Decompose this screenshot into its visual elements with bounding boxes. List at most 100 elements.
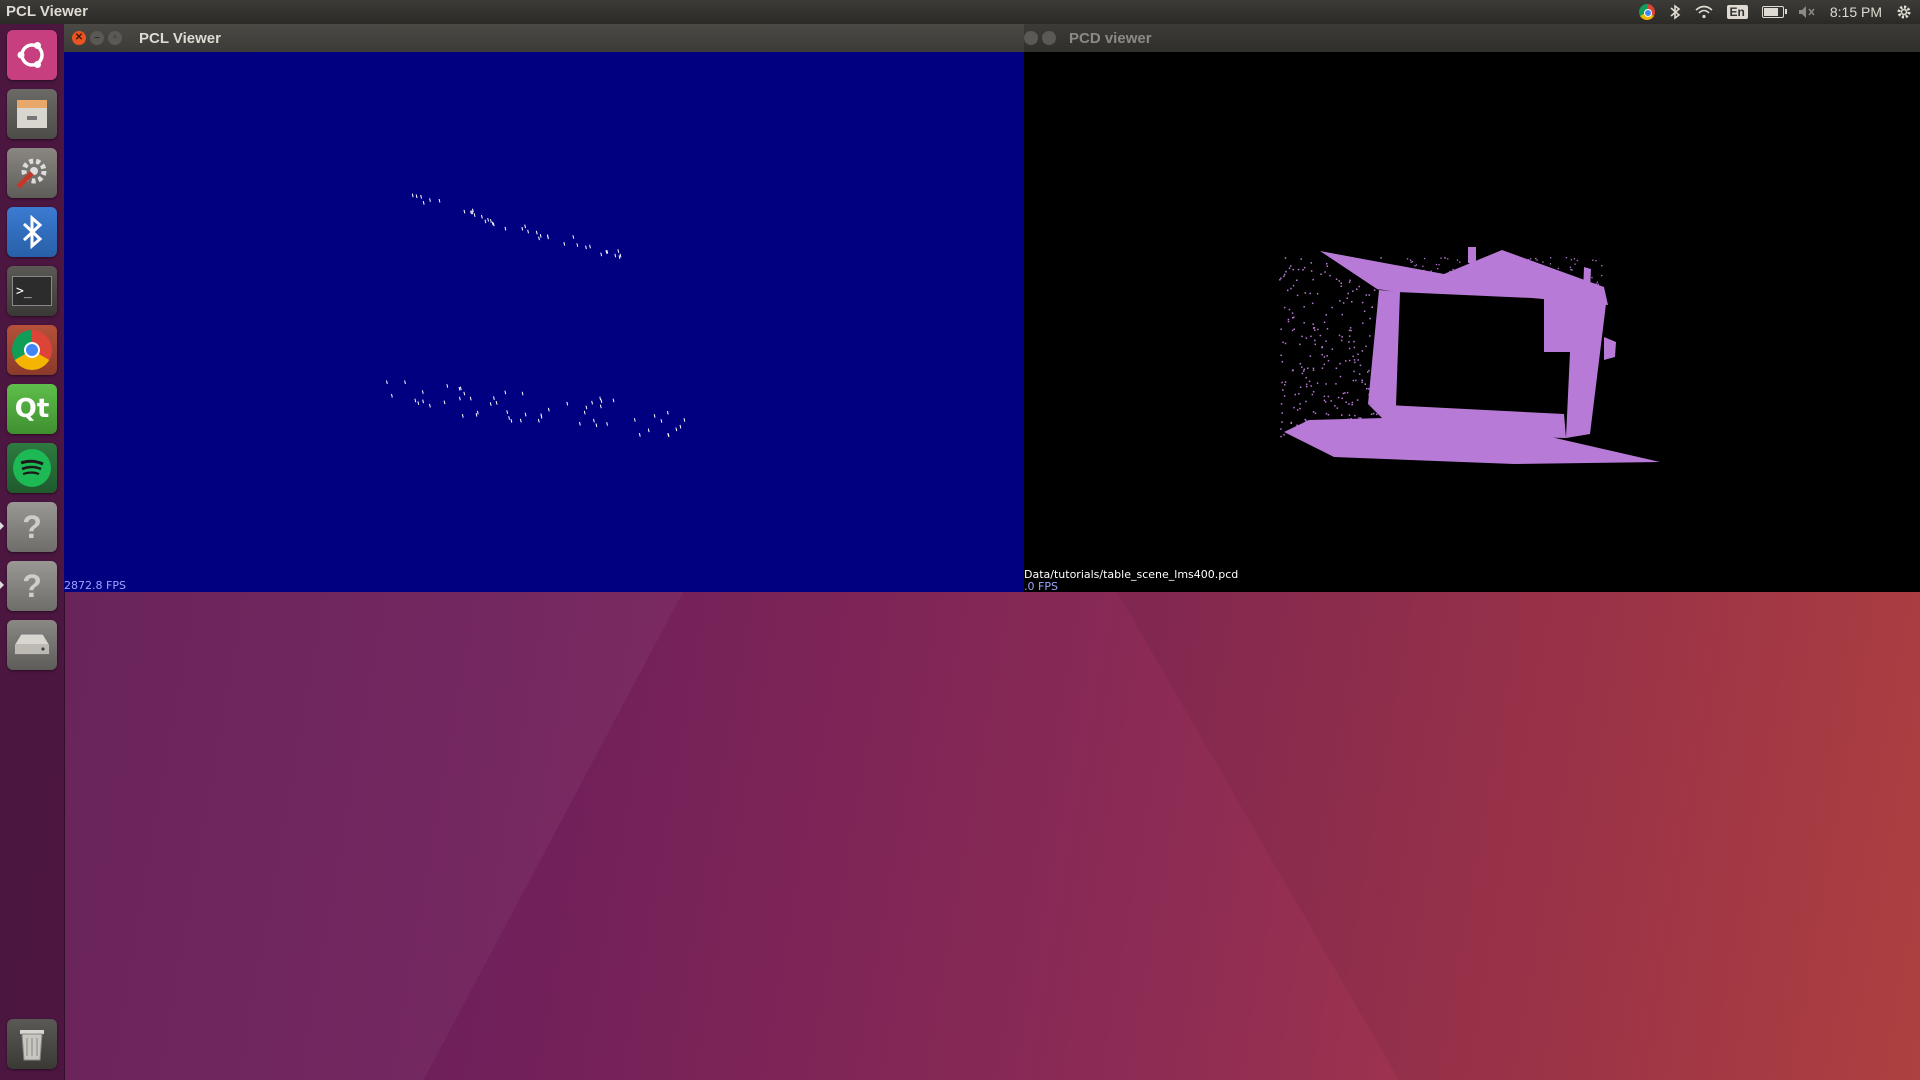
point (411, 193, 414, 198)
file-cabinet-icon[interactable] (7, 89, 57, 139)
point (647, 428, 650, 433)
point (1367, 388, 1370, 390)
point (1485, 280, 1487, 282)
trash-icon[interactable] (7, 1019, 57, 1069)
point (1481, 261, 1483, 263)
point (1552, 282, 1554, 284)
point (1348, 335, 1351, 337)
point (633, 418, 636, 422)
point (1492, 267, 1494, 269)
point (1312, 278, 1314, 281)
point (1546, 277, 1548, 279)
point (1346, 297, 1348, 299)
point (1284, 257, 1287, 259)
minimize-button[interactable]: – (90, 31, 104, 45)
point (417, 401, 420, 405)
minimize-button[interactable] (1024, 31, 1038, 45)
point (1280, 328, 1282, 330)
point (490, 219, 492, 223)
point (595, 423, 598, 428)
point (1347, 292, 1349, 295)
point (1299, 343, 1301, 346)
pcl-point-cloud (386, 193, 686, 437)
point (1339, 362, 1341, 365)
point (1357, 353, 1359, 355)
point (1351, 401, 1354, 404)
pcl-viewer-titlebar[interactable]: ✕ – ▫ PCL Viewer (64, 24, 1024, 52)
terminal-icon[interactable]: >_ (7, 266, 57, 316)
chrome-icon[interactable] (7, 325, 57, 375)
point (1411, 261, 1413, 263)
question-mark-icon[interactable]: ? (7, 502, 57, 552)
question-mark-icon[interactable]: ? (7, 561, 57, 611)
clock[interactable]: 8:15 PM (1830, 4, 1882, 20)
spotify-icon[interactable] (7, 443, 57, 493)
point (563, 241, 566, 246)
point (1597, 283, 1599, 285)
point (1360, 428, 1362, 431)
point (1478, 261, 1480, 263)
point (1340, 282, 1342, 284)
qt-icon[interactable]: Qt (7, 384, 57, 434)
pcl-render-viewport[interactable]: 2872.8 FPS (64, 52, 1024, 592)
ubuntu-logo-icon[interactable] (7, 30, 57, 80)
bluetooth-icon[interactable] (7, 207, 57, 257)
point (1365, 294, 1368, 296)
point (585, 245, 587, 250)
point (1378, 400, 1381, 402)
chrome-icon[interactable] (1638, 4, 1655, 20)
point (1503, 262, 1505, 264)
point (1527, 259, 1530, 261)
point (1311, 436, 1313, 438)
pcd-viewer-window[interactable]: PCD viewer Data/tutorials/table_scene_lm… (1024, 24, 1920, 592)
keyboard-layout-indicator[interactable]: En (1726, 5, 1748, 19)
point (1290, 265, 1292, 267)
volume-muted-icon[interactable] (1798, 5, 1816, 19)
point (1314, 412, 1317, 414)
point (1352, 379, 1355, 382)
point (1356, 288, 1358, 290)
gear-icon[interactable] (1896, 4, 1912, 20)
question-mark-label: ? (22, 508, 42, 545)
point (1326, 263, 1328, 265)
hard-drive-icon[interactable] (7, 620, 57, 670)
point (1499, 267, 1501, 269)
point (493, 396, 495, 401)
point (1325, 340, 1327, 342)
settings-wrench-icon[interactable] (7, 148, 57, 198)
point (1373, 421, 1376, 424)
point (1348, 341, 1350, 343)
point (576, 243, 579, 247)
close-button[interactable]: ✕ (72, 31, 86, 45)
point (473, 213, 476, 217)
point (1530, 258, 1532, 260)
point (617, 249, 620, 253)
battery-icon[interactable] (1761, 6, 1787, 18)
point (458, 386, 461, 391)
point (1576, 259, 1579, 262)
point (404, 380, 406, 385)
point (1357, 428, 1360, 431)
pcd-render-viewport[interactable]: Data/tutorials/table_scene_lms400.pcd .0… (1024, 52, 1920, 592)
point (1360, 417, 1362, 419)
point (1423, 277, 1426, 279)
point (538, 236, 540, 241)
point (504, 226, 507, 231)
wifi-icon[interactable] (1694, 5, 1713, 19)
point (1475, 271, 1477, 273)
point (1372, 412, 1375, 415)
point (1415, 264, 1418, 266)
pcl-viewer-window[interactable]: ✕ – ▫ PCL Viewer 2872.8 FPS (64, 24, 1024, 592)
point (1292, 369, 1294, 371)
pcd-viewer-titlebar[interactable]: PCD viewer (1024, 24, 1920, 52)
maximize-button[interactable] (1042, 31, 1056, 45)
point (1571, 283, 1573, 285)
point (1327, 395, 1330, 398)
point (1548, 271, 1550, 273)
point (443, 400, 446, 405)
point (666, 410, 669, 415)
point (1321, 353, 1323, 356)
maximize-button[interactable]: ▫ (108, 31, 122, 45)
point (484, 219, 487, 224)
bluetooth-icon[interactable] (1669, 4, 1681, 20)
